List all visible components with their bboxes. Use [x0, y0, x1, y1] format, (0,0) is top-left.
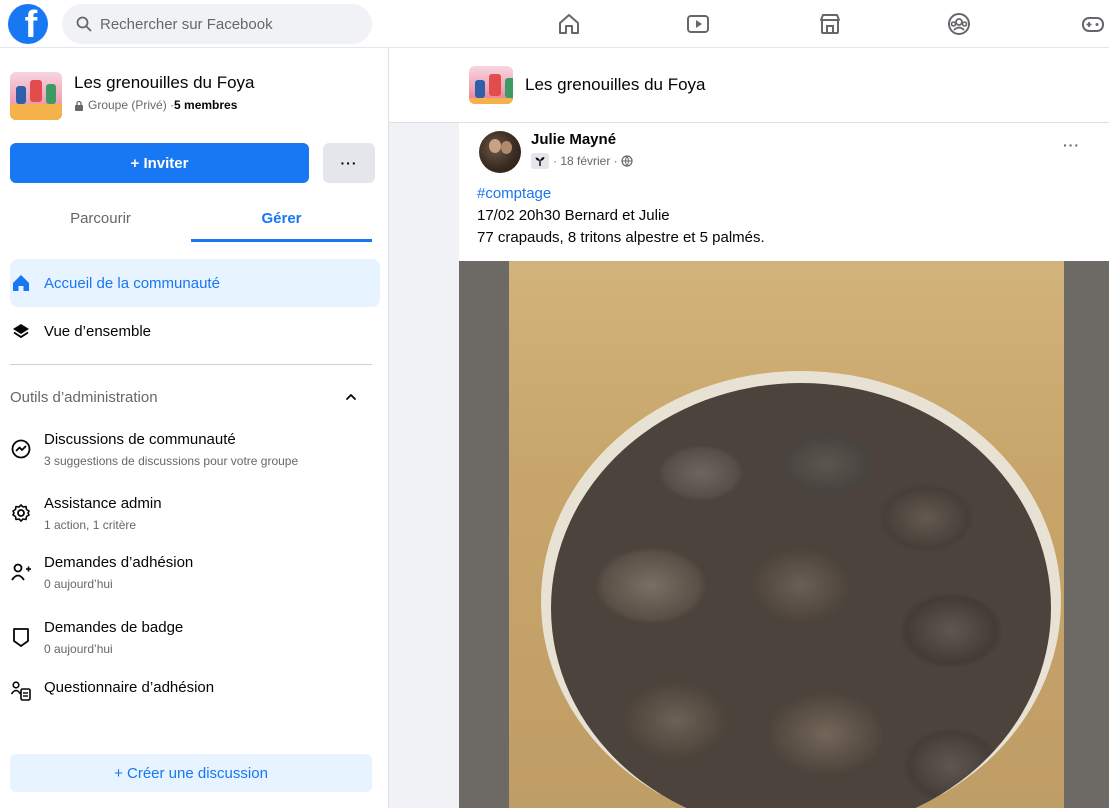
tool-title: Discussions de communauté	[44, 431, 236, 448]
sidebar-item-admin-assist[interactable]: Assistance admin 1 action, 1 critère	[10, 494, 380, 532]
more-options-button[interactable]: ···	[323, 143, 375, 183]
marketplace-icon[interactable]	[817, 11, 843, 37]
sidebar-item-overview[interactable]: Vue d’ensemble	[10, 308, 380, 354]
post-options-button[interactable]: ···	[1063, 137, 1080, 153]
top-bar: f	[0, 0, 1109, 48]
video-icon[interactable]	[685, 11, 711, 37]
sidebar-item-badge-requests[interactable]: Demandes de badge 0 aujourd’hui	[10, 618, 380, 656]
facebook-logo[interactable]: f	[8, 4, 48, 44]
tool-title: Assistance admin	[44, 495, 162, 512]
sidebar-divider	[10, 364, 372, 365]
facebook-logo-letter: f	[24, 4, 38, 44]
post-hashtag[interactable]: #comptage	[477, 185, 551, 202]
group-header[interactable]: Les grenouilles du Foya Groupe (Privé) ·…	[10, 72, 255, 120]
post-meta: · 18 février ·	[531, 153, 633, 169]
tool-subtitle: 0 aujourd’hui	[44, 642, 113, 656]
search-input[interactable]	[100, 15, 340, 33]
chat-trend-icon	[11, 439, 31, 459]
invite-button[interactable]: + Inviter	[10, 143, 309, 183]
tool-title: Demandes d’adhésion	[44, 554, 194, 571]
chevron-up-icon[interactable]	[344, 390, 358, 404]
tab-gerer[interactable]: Gérer	[191, 194, 372, 242]
post-text-line: 77 crapauds, 8 tritons alpestre et 5 pal…	[477, 229, 765, 246]
tool-subtitle: 0 aujourd’hui	[44, 577, 113, 591]
feed-group-name[interactable]: Les grenouilles du Foya	[525, 75, 706, 95]
sidebar-item-community-home[interactable]: Accueil de la communauté	[10, 259, 380, 307]
add-person-icon	[11, 563, 31, 581]
post-photo[interactable]	[459, 261, 1109, 808]
post-author[interactable]: Julie Mayné	[531, 131, 616, 148]
group-admin-sidebar: Les grenouilles du Foya Groupe (Privé) ·…	[0, 48, 389, 808]
tool-title: Demandes de badge	[44, 619, 184, 636]
tab-parcourir[interactable]: Parcourir	[10, 194, 191, 242]
group-feed-header: Les grenouilles du Foya	[389, 48, 1109, 123]
post-card: Julie Mayné · 18 février · ··· #comptage…	[459, 123, 1109, 808]
home-filled-icon	[10, 272, 32, 294]
lock-icon	[75, 100, 83, 111]
groups-icon[interactable]	[946, 11, 972, 37]
gaming-icon[interactable]	[1080, 11, 1106, 37]
sidebar-item-community-discussions[interactable]: Discussions de communauté 3 suggestions …	[10, 430, 380, 468]
group-cover-thumbnail-small[interactable]	[469, 66, 513, 104]
home-icon[interactable]	[556, 11, 582, 37]
tool-subtitle: 3 suggestions de discussions pour votre …	[44, 454, 299, 468]
create-discussion-button[interactable]: + Créer une discussion	[10, 754, 372, 792]
group-cover-thumbnail[interactable]	[10, 72, 62, 120]
sidebar-item-membership-questionnaire[interactable]: Questionnaire d’adhésion	[10, 678, 380, 702]
tool-subtitle: 1 action, 1 critère	[44, 518, 137, 532]
post-text-line: 17/02 20h30 Bernard et Julie	[477, 207, 670, 224]
gear-icon	[12, 504, 30, 522]
sidebar-item-membership-requests[interactable]: Demandes d’adhésion 0 aujourd’hui	[10, 553, 380, 591]
admin-tools-heading[interactable]: Outils d’administration	[10, 389, 158, 406]
toads-pile	[551, 383, 1051, 808]
badge-shield-icon	[13, 628, 29, 647]
group-member-count[interactable]: 5 membres	[174, 98, 237, 112]
group-privacy-text: Groupe (Privé) ·	[88, 98, 175, 112]
scroll-fade	[0, 728, 388, 750]
search-box[interactable]	[62, 4, 372, 44]
author-avatar[interactable]	[479, 131, 521, 173]
group-privacy: Groupe (Privé) · 5 membres	[74, 98, 255, 112]
tool-title: Questionnaire d’adhésion	[44, 679, 215, 696]
globe-icon	[621, 155, 633, 167]
search-icon	[76, 16, 92, 32]
layers-icon	[10, 320, 32, 342]
sprout-badge-icon[interactable]	[531, 153, 549, 169]
post-date[interactable]: · 18 février ·	[553, 154, 618, 168]
sidebar-tabs: Parcourir Gérer	[10, 194, 372, 242]
questionnaire-icon	[10, 681, 31, 701]
sidebar-item-label: Accueil de la communauté	[44, 274, 220, 292]
group-name[interactable]: Les grenouilles du Foya	[74, 72, 255, 94]
sidebar-item-label: Vue d’ensemble	[44, 322, 152, 340]
